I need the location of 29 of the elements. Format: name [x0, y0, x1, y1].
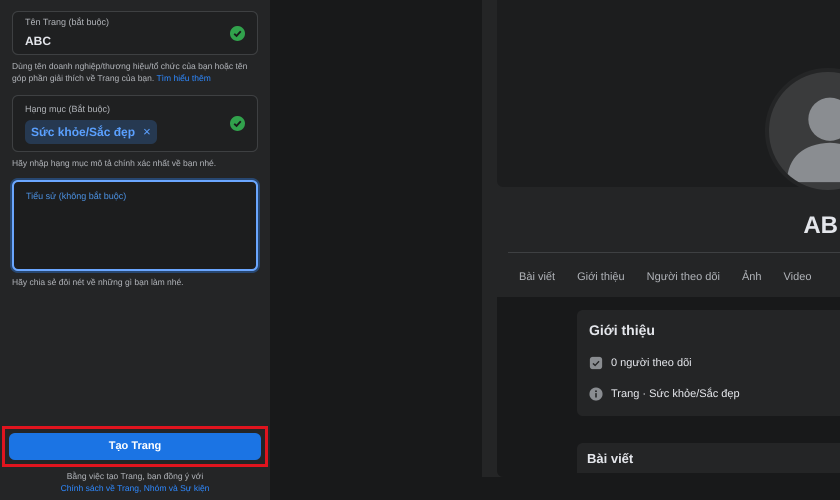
intro-text: 0 người theo dõi	[611, 356, 692, 371]
intro-text: Trang · Sức khỏe/Sắc đẹp	[611, 386, 740, 402]
create-page-button[interactable]: Tạo Trang	[9, 433, 261, 460]
bio-field[interactable]: Tiểu sử (không bắt buộc)	[12, 180, 258, 271]
profile-tab[interactable]: Video	[784, 269, 812, 286]
profile-tab[interactable]: Ảnh	[742, 269, 762, 286]
field-label: Hạng mục (Bắt buộc)	[25, 103, 112, 116]
card-title: Bài viết	[587, 450, 634, 468]
field-label: Tiểu sử (không bắt buộc)	[26, 190, 128, 203]
checkbox-icon	[589, 356, 603, 370]
category-field[interactable]: Hạng mục (Bắt buộc) Sức khỏe/Sắc đẹp ×	[12, 95, 258, 152]
help-text: Hãy chia sẻ đôi nét về những gì bạn làm nhé.	[12, 276, 185, 288]
chip-label: Sức khỏe/Sắc đẹp	[31, 124, 136, 141]
policy-link[interactable]: Chính sách về Trang, Nhóm và Sự kiện	[20, 482, 250, 494]
remove-button[interactable]: ×	[143, 122, 151, 142]
profile-tab[interactable]: Bài viết	[519, 269, 556, 286]
terms-text: Bằng việc tạo Trang, bạn đồng ý với Chính sách về Trang, Nhóm và Sự kiện	[12, 470, 258, 494]
info-icon	[589, 386, 603, 401]
profile-tab[interactable]: Giới thiệu	[577, 269, 625, 286]
field-label: Tên Trang (bắt buộc)	[25, 16, 110, 29]
help-text: Dùng tên doanh nghiệp/thương hiệu/tổ chức của bạn hoặc tên góp phần giải thích về Trang của bạn. Tìm hiểu thêm	[12, 60, 248, 84]
name-field[interactable]: Tên Trang (bắt buộc) ABC	[12, 11, 258, 55]
field-value: ABC	[25, 33, 52, 50]
card-title: Giới thiệu	[589, 321, 656, 340]
learn-more-link[interactable]: Tìm hiểu thêm	[156, 73, 211, 83]
category-chip[interactable]: Sức khỏe/Sắc đẹp ×	[25, 120, 157, 144]
profile-tab[interactable]: Người theo dõi	[646, 269, 720, 286]
page-name: AB	[803, 214, 838, 238]
help-text: Hãy nhập hạng mục mô tả chính xác nhất về bạn nhé.	[12, 157, 218, 169]
